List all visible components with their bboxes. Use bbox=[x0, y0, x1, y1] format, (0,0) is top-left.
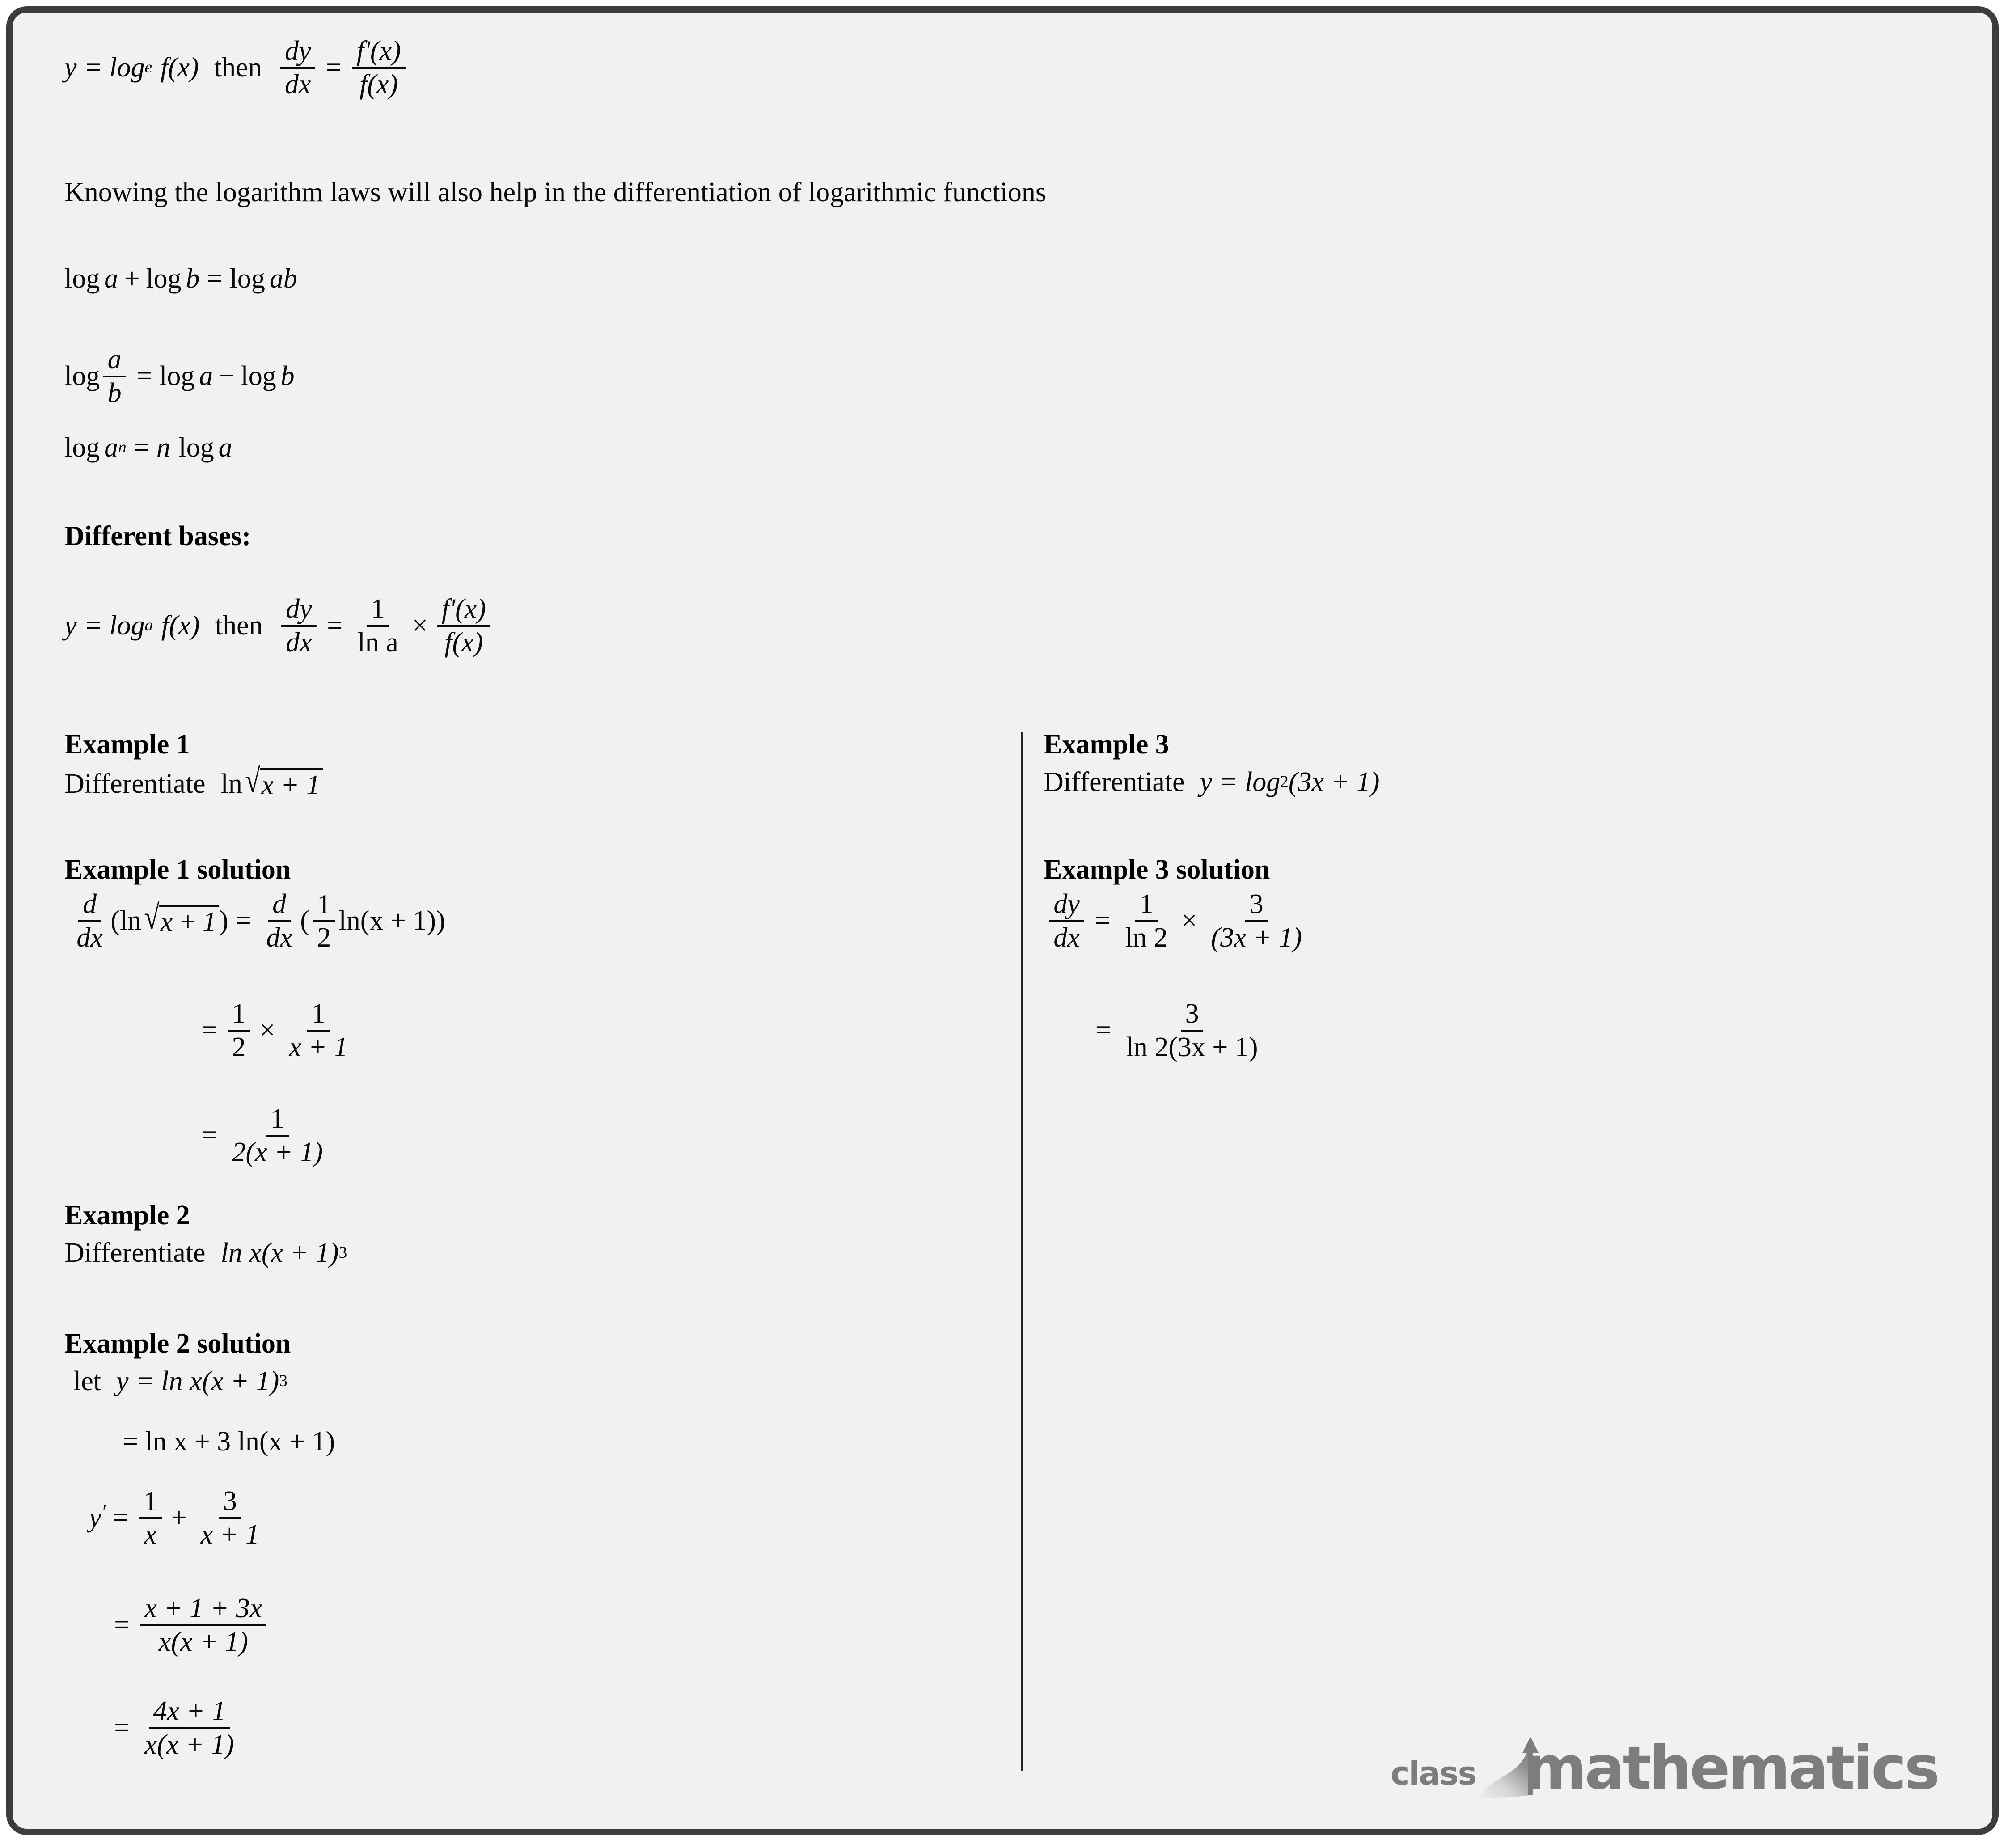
column-divider bbox=[1021, 732, 1023, 1771]
example-2-combined-fraction: x + 1 + 3x x(x + 1) bbox=[140, 1594, 267, 1657]
dx: dx bbox=[285, 69, 311, 100]
example-3-solution-line-1: dy dx = 1 ln 2 × 3 (3x + 1) bbox=[1046, 889, 1310, 953]
d-dx-operator-right: d dx bbox=[266, 889, 292, 953]
one-over-x-fraction: 1 x bbox=[139, 1486, 162, 1550]
logo-word-class: class bbox=[1390, 1755, 1477, 1792]
example-2-solution-line-2: = ln x + 3 ln(x + 1) bbox=[123, 1426, 335, 1457]
example-3-solution-line-2: = 3 ln 2(3x + 1) bbox=[1088, 998, 1266, 1062]
page-content: y = log e f(x) then dy dx = f'(x) f(x) Kn… bbox=[64, 36, 1966, 1829]
example-1-solution-heading: Example 1 solution bbox=[64, 854, 291, 885]
log-law-product: loga + logb = logab log a + log b = log … bbox=[64, 263, 297, 294]
three-over-3x-plus-1-fraction: 3 (3x + 1) bbox=[1211, 889, 1302, 953]
example-1-solution-line-1: d dx (ln √ x + 1 ) = d dx ( 1 2 ln(x + 1)… bbox=[69, 889, 445, 953]
one-over-ln2-fraction: 1 ln 2 bbox=[1125, 889, 1168, 953]
dy: dy bbox=[280, 36, 316, 69]
natural-log-derivative-rule: y = log e f(x) then dy dx = f'(x) f(x) bbox=[64, 36, 409, 100]
example-1-prompt: Differentiate ln √ x + 1 bbox=[64, 764, 323, 799]
example-3-heading: Example 3 bbox=[1044, 729, 1169, 760]
db-dx: dx bbox=[286, 627, 312, 658]
multiply-sign: × bbox=[259, 1015, 275, 1045]
log-laws-note: Knowing the logarithm laws will also hel… bbox=[64, 177, 1046, 207]
db-dy-dx-fraction: dy dx bbox=[281, 594, 317, 658]
example-2-solution-heading: Example 2 solution bbox=[64, 1328, 291, 1359]
one-half-fraction: 1 2 bbox=[313, 889, 336, 953]
example-3-prompt: Differentiate y = log 2 (3x + 1) bbox=[1044, 767, 1380, 797]
worksheet-page: y = log e f(x) then dy dx = f'(x) f(x) Kn… bbox=[6, 6, 1999, 1835]
db-dy: dy bbox=[281, 594, 317, 627]
example-1-solution-line-3: = 1 2(x + 1) bbox=[194, 1104, 331, 1167]
db-fx: f(x) bbox=[161, 610, 200, 641]
rule-then: then bbox=[214, 52, 262, 83]
square-root-icon: √ x + 1 bbox=[144, 901, 220, 936]
example-3-rhs: (3x + 1) bbox=[1288, 767, 1380, 797]
example-2-solution-line-5: = 4x + 1 x(x + 1) bbox=[107, 1696, 242, 1760]
db-equals-sign: = bbox=[327, 610, 343, 641]
dy-dx-fraction: dy dx bbox=[280, 36, 316, 100]
ln-operator: ln bbox=[220, 768, 242, 799]
d-dx-operator-left: d dx bbox=[76, 889, 103, 953]
half-fraction: 1 2 bbox=[227, 999, 250, 1062]
example-3-prompt-text: Differentiate bbox=[1044, 767, 1185, 797]
rule-fx: f(x) bbox=[160, 52, 199, 83]
example-2-answer-fraction: 4x + 1 x(x + 1) bbox=[144, 1696, 234, 1760]
f-x: f(x) bbox=[359, 69, 398, 100]
example-3-solution-heading: Example 3 solution bbox=[1044, 854, 1270, 885]
db-f-x: f(x) bbox=[444, 627, 483, 658]
example-1-heading: Example 1 bbox=[64, 729, 190, 760]
example-2-solution-line-4: = x + 1 + 3x x(x + 1) bbox=[107, 1593, 270, 1657]
fprime-over-f-fraction: f'(x) f(x) bbox=[352, 36, 406, 100]
example-1-answer-fraction: 1 2(x + 1) bbox=[232, 1104, 323, 1168]
a-over-b-fraction: a b bbox=[103, 345, 126, 408]
different-bases-heading: Different bases: bbox=[64, 521, 251, 551]
example-2-prompt-text: Differentiate bbox=[64, 1238, 206, 1268]
three-over-x-plus-1-fraction: 3 x + 1 bbox=[200, 1486, 260, 1550]
example-2-prompt: Differentiate ln x(x + 1) 3 bbox=[64, 1238, 347, 1268]
log-law-quotient: log a b = loga − logb log a/b = log a - … bbox=[64, 344, 295, 409]
example-1-solution-line-2: = 1 2 × 1 x + 1 bbox=[194, 998, 355, 1062]
multiply-sign: × bbox=[1181, 905, 1197, 936]
rule-lhs: y = log bbox=[64, 52, 145, 83]
one-over-x-plus-1-fraction: 1 x + 1 bbox=[289, 998, 348, 1063]
equals-sign: = bbox=[326, 52, 342, 83]
example-2-expression: ln x(x + 1) bbox=[220, 1238, 339, 1268]
example-3-answer-fraction: 3 ln 2(3x + 1) bbox=[1126, 998, 1258, 1063]
dy-dx-fraction: dy dx bbox=[1049, 889, 1084, 953]
one-over-lna-fraction: 1 ln a bbox=[353, 594, 403, 658]
db-one: 1 bbox=[366, 594, 389, 627]
db-fprime-over-f-fraction: f'(x) f(x) bbox=[437, 594, 490, 658]
db-lna: ln a bbox=[357, 627, 398, 658]
logo-word-mathematics: mathematics bbox=[1524, 1733, 1940, 1803]
example-2-solution-line-1: let y = ln x(x + 1) 3 bbox=[73, 1366, 287, 1396]
db-then: then bbox=[215, 610, 263, 641]
example-2-solution-line-3: y ′ = 1 x + 3 x + 1 bbox=[89, 1486, 267, 1550]
db-lhs: y = log bbox=[64, 610, 145, 641]
example-1-radicand: x + 1 bbox=[260, 768, 323, 799]
square-root-icon: √ x + 1 bbox=[245, 764, 323, 799]
log-law-power: logan = nloga log a^n = n log a bbox=[64, 432, 232, 463]
example-1-prompt-text: Differentiate bbox=[64, 768, 206, 799]
multiply-sign: × bbox=[412, 610, 428, 641]
example-3-lhs: y = log bbox=[1200, 767, 1281, 797]
different-base-derivative-rule: y = log a f(x) then dy dx = 1 ln a × f'(x… bbox=[64, 594, 494, 658]
class-mathematics-logo: class mathematics bbox=[1390, 1733, 1940, 1803]
f-prime-x: f'(x) bbox=[352, 36, 406, 69]
db-f-prime-x: f'(x) bbox=[437, 594, 490, 627]
example-2-heading: Example 2 bbox=[64, 1200, 190, 1231]
